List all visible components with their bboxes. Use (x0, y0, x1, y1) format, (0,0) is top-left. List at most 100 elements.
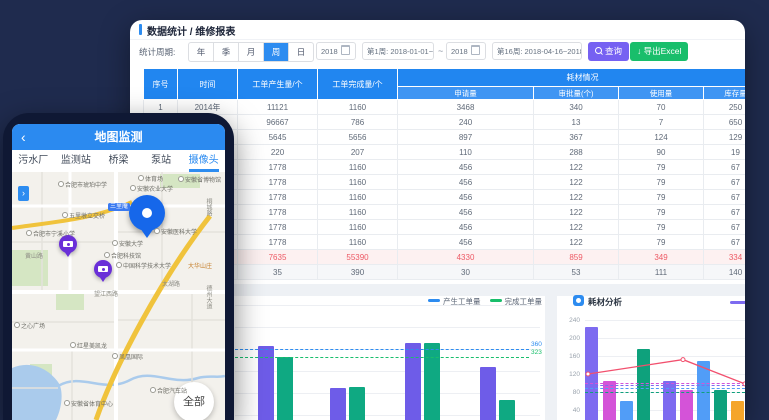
map-poi-label: 合肥市琥珀中学 (58, 181, 107, 190)
map-poi-label: 体育场 (138, 175, 163, 184)
phone-tab[interactable]: 监测站 (55, 150, 98, 172)
table-cell: 122 (534, 175, 619, 190)
camera-icon (63, 241, 73, 247)
reference-line-label: 323 (531, 349, 542, 356)
start-year-select[interactable]: 2018 (316, 42, 356, 60)
map-poi-label: 安徽省博物馆 (178, 176, 221, 185)
export-excel-button[interactable]: ↓ 导出Excel (630, 42, 688, 61)
table-cell: 1160 (318, 100, 398, 115)
table-cell: 1160 (318, 220, 398, 235)
end-week-input[interactable]: 第16周: 2018-04-16~2018-04-22 (492, 42, 582, 60)
phone-tab[interactable]: 污水厂 (12, 150, 55, 172)
poi-icon (26, 230, 32, 236)
period-option[interactable]: 月 (239, 43, 264, 61)
period-option[interactable]: 周 (264, 43, 289, 61)
camera-icon (98, 266, 108, 272)
download-icon: ↓ (637, 46, 644, 56)
poi-icon (116, 262, 122, 268)
table-cell: 456 (398, 175, 534, 190)
table-cell: 7 (619, 115, 704, 130)
total-cell: 334 (704, 250, 746, 265)
table-cell: 122 (534, 220, 619, 235)
table-cell: 786 (318, 115, 398, 130)
phone-tab[interactable]: 泵站 (140, 150, 183, 172)
phone-tab[interactable]: 摄像头 (182, 150, 225, 172)
table-cell: 5656 (318, 130, 398, 145)
map-poi-label: 太湖路 (162, 282, 180, 289)
y-axis-tick: 240 (560, 317, 580, 324)
table-cell: 67 (704, 175, 746, 190)
end-year-select[interactable]: 2018 (446, 42, 486, 60)
map-poi-label: 红星美凯龙 (70, 342, 107, 351)
table-cell: 79 (619, 235, 704, 250)
table-cell: 456 (398, 220, 534, 235)
selected-location-pin[interactable] (129, 195, 165, 231)
period-label: 统计周期: (139, 46, 175, 58)
map-poi-label: 桐城路 (204, 198, 211, 216)
map-poi-label: 安徽农业大学 (130, 185, 173, 194)
map-poi-label: 望江西路 (94, 292, 118, 299)
poi-icon (150, 387, 156, 393)
table-cell: 79 (619, 205, 704, 220)
table-cell: 129 (704, 130, 746, 145)
table-cell: 122 (534, 160, 619, 175)
table-cell: 897 (398, 130, 534, 145)
phone-mockup: ‹ 地图监测 污水厂监测站桥梁泵站摄像头 › (3, 113, 234, 420)
bar (277, 357, 293, 420)
table-cell: 67 (704, 220, 746, 235)
poi-icon (58, 181, 64, 187)
poi-icon (112, 240, 118, 246)
bar (424, 343, 440, 420)
table-cell: 11121 (238, 100, 318, 115)
start-week-input[interactable]: 第1周: 2018-01-01~2018-01-07 (362, 42, 434, 60)
map-poi-label: 合肥汽车站 (150, 387, 187, 396)
poi-icon (112, 353, 118, 359)
table-cell: 79 (619, 220, 704, 235)
poi-icon (104, 252, 110, 258)
map-poi-label: 大华山庄 (188, 264, 212, 271)
period-option[interactable]: 季 (214, 43, 239, 61)
sub-column-header: 审批量(个) (534, 87, 619, 100)
phone-header: ‹ 地图监测 (12, 124, 225, 150)
map-poi-label: 安徽大学 (112, 240, 143, 249)
period-option[interactable]: 年 (189, 43, 214, 61)
map-expand-chevron-icon[interactable]: › (18, 186, 29, 201)
trend-line (585, 320, 745, 420)
map-view[interactable]: › 全部 合肥市琥珀中学体育场安徽农业大学安徽省博物馆三里庵五里墩立交桥合肥市宁… (12, 172, 225, 420)
table-cell: 1778 (238, 190, 318, 205)
table-row: 22015年96667786240137650 (144, 115, 746, 130)
breadcrumb-text: 数据统计 / 维修报表 (147, 23, 235, 38)
period-option[interactable]: 日 (289, 43, 313, 61)
group-header: 耗材情况 (398, 69, 746, 87)
table-cell: 1160 (318, 160, 398, 175)
y-axis-tick: 80 (560, 389, 580, 396)
marketing-composite: { "window": { "breadcrumb": "数据统计 / 维修报表… (0, 0, 769, 420)
poi-icon (64, 400, 70, 406)
table-cell: 67 (704, 190, 746, 205)
line-point (743, 382, 745, 386)
phone-tab[interactable]: 桥梁 (97, 150, 140, 172)
query-button[interactable]: 查询 (588, 42, 629, 61)
period-segmented-control[interactable]: 年季月周日 (188, 42, 314, 62)
camera-marker[interactable] (94, 260, 112, 278)
poi-icon (178, 176, 184, 182)
table-cell: 240 (398, 115, 534, 130)
gridline (235, 327, 540, 328)
search-icon (595, 47, 602, 54)
table-cell: 250 (704, 100, 746, 115)
table-cell: 79 (619, 160, 704, 175)
map-poi-label: 安徽医科大学 (154, 228, 197, 237)
table-cell: 207 (318, 145, 398, 160)
table-cell: 19 (704, 145, 746, 160)
table-cell: 3468 (398, 100, 534, 115)
table-cell: 122 (534, 205, 619, 220)
table-cell: 122 (534, 190, 619, 205)
gridline (235, 305, 540, 306)
table-cell: 456 (398, 205, 534, 220)
range-separator: ~ (438, 46, 443, 56)
table-cell: 288 (534, 145, 619, 160)
table-cell: 1778 (238, 175, 318, 190)
table-row: 12014年111211160346834070250 (144, 100, 746, 115)
column-header: 工单完成量/个 (318, 69, 398, 100)
right-chart-legend-stub (730, 301, 745, 304)
